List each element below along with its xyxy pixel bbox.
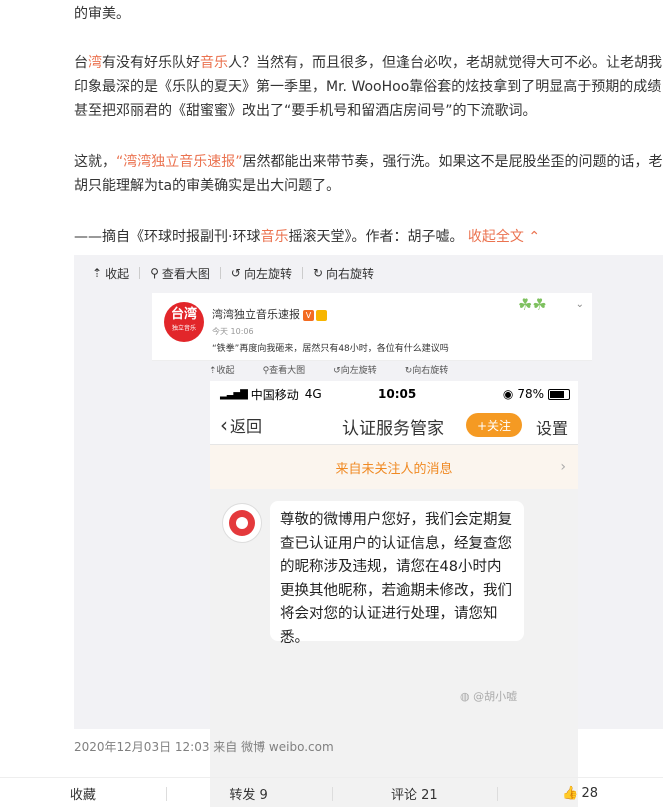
inner-rotate-right: ↻向右旋转	[404, 366, 449, 376]
rotate-left-icon: ↺	[230, 266, 241, 280]
message-bubble: 尊敬的微博用户您好，我们会定期复查已认证用户的认证信息，经复查您的昵称涉及违规，…	[270, 501, 524, 646]
avatar-subtext: 独立音乐	[171, 325, 196, 332]
chevron-right-icon: ›	[560, 459, 566, 475]
divider	[139, 267, 141, 279]
avatar-text: 台湾	[170, 307, 197, 322]
inner-view-large: ⚲查看大图	[262, 366, 306, 376]
network-type: 4G	[304, 387, 322, 401]
post-source-line: ——摘自《环球时报副刊·环球音乐摇滚天堂》。作者：胡子嘘。 收起全文 ⌃	[74, 225, 663, 249]
media-toolbar: ⇡ 收起 ⚲ 查看大图 ↺ 向左旋转 ↻ 向右旋转	[74, 255, 374, 291]
collapse-media-button[interactable]: ⇡ 收起	[92, 265, 129, 282]
text: 有没有好乐队好	[102, 55, 200, 71]
inner-rotate-right-label: 向右旋转	[412, 366, 449, 376]
keyword-highlight: 音乐	[200, 55, 228, 71]
thumbs-up-icon: 👍	[562, 786, 579, 801]
battery-icon	[548, 388, 570, 400]
back-label: 返回	[230, 417, 263, 436]
weibo-logo-icon: ◍	[460, 690, 474, 703]
collapse-media-label: 收起	[105, 266, 130, 281]
carrier-name: 中国移动	[250, 387, 299, 402]
verified-badge-icon: V	[303, 309, 314, 321]
post-meta: 2020年12月03日 12:03 来自 微博 weibo.com	[74, 740, 334, 754]
divider	[219, 267, 221, 279]
unfollowed-messages-row: 来自未关注人的消息 ›	[210, 445, 578, 489]
collapse-full-text-link[interactable]: 收起全文 ⌃	[468, 229, 540, 245]
repost-button[interactable]: 转发 9	[165, 778, 332, 809]
author-name: 湾湾独立音乐速报	[212, 308, 300, 321]
follow-button: +关注	[466, 413, 522, 437]
back-button: ‹ 返回	[220, 413, 262, 437]
post-paragraph-1-line-2: 印象最深的是《乐队的夏天》第一季里，Mr. WooHoo靠俗套的炫技拿到了明显高…	[74, 79, 663, 95]
inner-post-text: “铁拳”再度向我砸来，居然只有48小时，各位有什么建议吗	[212, 344, 449, 354]
text: 居然都能出来带节奏，强行洗。如果这不是屁股坐歪的问题的话，老	[242, 154, 663, 170]
vip-crown-icon	[316, 309, 327, 321]
settings-button: 设置	[535, 419, 568, 438]
rotate-right-icon: ↻	[312, 266, 324, 280]
clover-decoration-icon: ☘☘	[518, 295, 547, 314]
page-title: 认证服务管家	[342, 419, 444, 439]
inner-rotate-left-label: 向左旋转	[340, 366, 377, 376]
inner-rotate-left: ↺向左旋转	[333, 366, 377, 376]
inner-post-time: 今天 10:06	[212, 327, 254, 336]
battery-percent: 78%	[517, 387, 544, 401]
screenshot-inner-post: 台湾独立音乐 湾湾独立音乐速报 V 今天 10:06 “铁拳”再度向我砸来，居然只…	[152, 293, 592, 361]
media-viewer: ⇡ 收起 ⚲ 查看大图 ↺ 向左旋转 ↻ 向右旋转 台湾 独立音乐 湾湾独立音乐速报 V 今…	[74, 255, 663, 807]
alarm-icon: ◉	[502, 387, 514, 401]
text: 人？当然有，而且很多，但逢台必吹，老胡就觉得大可不必。让老胡我	[228, 55, 662, 71]
battery-fill	[550, 390, 564, 398]
collapse-label: 收起全文	[467, 229, 524, 245]
rotate-right-label: 向右旋转	[326, 266, 375, 281]
text: ——摘自《环球时报副刊·环球	[74, 229, 261, 245]
like-button[interactable]: 👍 28	[497, 778, 663, 809]
post-paragraph-1-line-1: 台湾有没有好乐队好音乐人？当然有，而且很多，但逢台必吹，老胡就觉得大可不必。让老…	[74, 51, 663, 75]
post-action-bar: 收藏 转发 9 评论 21 👍 28	[0, 777, 663, 809]
account-link[interactable]: “湾湾独立音乐速报”	[116, 154, 243, 170]
text: 台	[74, 55, 88, 71]
search-icon: ⚲	[150, 266, 159, 280]
view-large-label: 查看大图	[161, 266, 210, 281]
phone-nav-bar: ‹ 返回 认证服务管家 +关注 设置	[210, 407, 578, 445]
avatar	[222, 503, 262, 543]
image-watermark: ◍ @胡小嘘	[460, 688, 517, 704]
text: 摇滚天堂》。作者：胡子嘘。	[288, 229, 464, 245]
status-time: 10:05	[378, 387, 417, 401]
rotate-left-label: 向左旋转	[243, 266, 292, 281]
text: 这就，	[74, 154, 116, 170]
watermark-text: @胡小嘘	[473, 690, 518, 703]
weibo-eye-icon	[229, 510, 255, 536]
view-large-button[interactable]: ⚲ 查看大图	[150, 265, 210, 282]
comment-button[interactable]: 评论 21	[331, 778, 498, 809]
signal-icon: ▂▃▅▇	[220, 388, 248, 400]
upload-arrow-icon: ⇡	[92, 266, 103, 280]
rotate-left-button[interactable]: ↺ 向左旋转	[231, 265, 292, 282]
chevron-up-icon: ⌃	[523, 229, 541, 245]
inner-collapse-label: 收起	[216, 366, 235, 376]
post-paragraph-1-line-3: 甚至把邓丽君的《甜蜜蜜》改出了“要手机号和留酒店房间号”的下流歌词。	[74, 103, 537, 119]
chevron-left-icon: ‹	[220, 413, 228, 437]
inner-collapse: ⇡收起	[209, 366, 235, 376]
status-bar: ▂▃▅▇ 中国移动 4G 10:05 ◉ 78%	[210, 381, 578, 407]
chevron-down-icon: ⌄	[575, 299, 584, 310]
chat-area: 尊敬的微博用户您好，我们会定期复查已认证用户的认证信息，经复查您的昵称涉及违规，…	[210, 489, 578, 807]
favorite-button[interactable]: 收藏	[0, 778, 166, 809]
unfollowed-messages-label: 来自未关注人的消息	[335, 461, 453, 477]
battery-indicator: ◉ 78%	[503, 387, 570, 401]
inner-view-large-label: 查看大图	[269, 366, 306, 376]
favorite-label: 收藏	[69, 788, 96, 803]
screenshot-inner-toolbar: ⇡收起 ⚲查看大图 ↺向左旋转 ↻向右旋转	[209, 363, 476, 376]
divider	[301, 267, 303, 279]
like-count: 28	[581, 786, 598, 801]
comment-label: 评论 21	[391, 788, 438, 803]
avatar: 台湾 独立音乐	[164, 302, 204, 342]
keyword-highlight: 湾	[88, 55, 102, 71]
keyword-highlight: 音乐	[260, 229, 289, 245]
post-paragraph-2-line-2: 胡只能理解为ta的审美确实是出大问题了。	[74, 178, 341, 194]
inner-post-author: 湾湾独立音乐速报 V	[212, 306, 327, 322]
rotate-right-button[interactable]: ↻ 向右旋转	[313, 265, 374, 282]
post-paragraph-2-line-1: 这就，“湾湾独立音乐速报”居然都能出来带节奏，强行洗。如果这不是屁股坐歪的问题的…	[74, 150, 663, 174]
repost-label: 转发 9	[229, 788, 268, 803]
post-text-fragment: 的审美。	[74, 6, 130, 22]
